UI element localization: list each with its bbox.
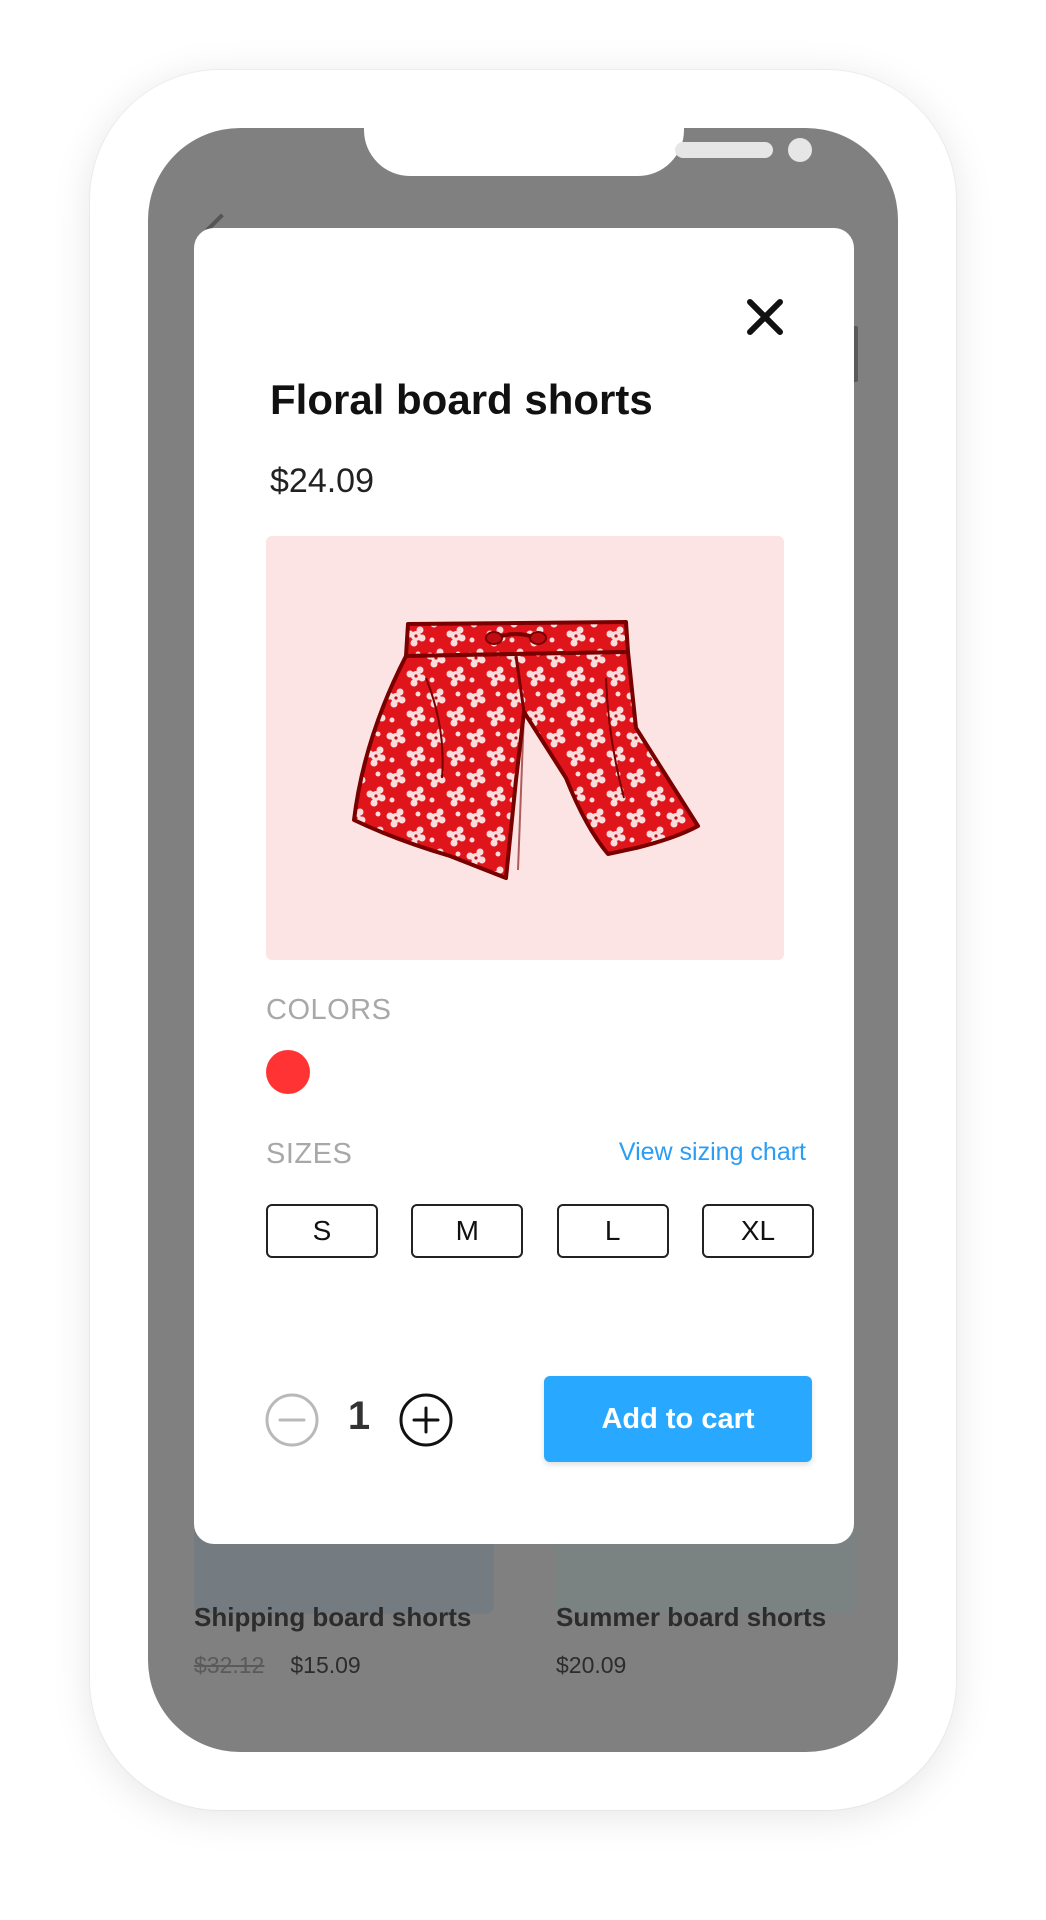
size-options: S M L XL [266, 1204, 814, 1258]
close-icon [747, 299, 783, 335]
product-card-price: $20.09 [556, 1652, 627, 1678]
phone-notch [364, 128, 812, 176]
product-sale-price: $15.09 [290, 1652, 361, 1678]
view-sizing-chart-link[interactable]: View sizing chart [619, 1138, 806, 1167]
quantity-increase-button[interactable] [398, 1392, 454, 1448]
product-card-price: $32.12 $15.09 [194, 1652, 361, 1679]
close-button[interactable] [742, 294, 788, 340]
product-price: $24.09 [270, 462, 374, 500]
size-button-xl[interactable]: XL [701, 1204, 814, 1258]
product-old-price: $32.12 [194, 1652, 265, 1678]
quantity-decrease-button[interactable] [264, 1392, 320, 1448]
quantity-value: 1 [347, 1394, 371, 1438]
size-button-s[interactable]: S [266, 1204, 378, 1258]
product-detail-modal: Floral board shorts $24.09 COLORS SIZES … [194, 228, 854, 1544]
product-card-name: Shipping board shorts [194, 1602, 472, 1632]
size-button-m[interactable]: M [411, 1204, 524, 1258]
color-swatch-red[interactable] [266, 1050, 310, 1094]
screen: Shipping board shorts $32.12 $15.09 Summe… [0, 0, 1046, 1920]
speaker-grille [675, 142, 773, 158]
phone-screen: Shipping board shorts $32.12 $15.09 Summe… [148, 128, 898, 1752]
sizes-label: SIZES [266, 1138, 353, 1170]
plus-circle-icon [399, 1393, 453, 1447]
floral-board-shorts-image [352, 620, 700, 880]
size-button-l[interactable]: L [556, 1204, 669, 1258]
product-image [266, 536, 784, 960]
add-to-cart-button[interactable]: Add to cart [544, 1376, 812, 1462]
colors-label: COLORS [266, 994, 392, 1026]
front-camera [788, 138, 812, 162]
product-title: Floral board shorts [270, 376, 653, 423]
minus-circle-icon [265, 1393, 319, 1447]
product-card-name: Summer board shorts [556, 1602, 827, 1632]
